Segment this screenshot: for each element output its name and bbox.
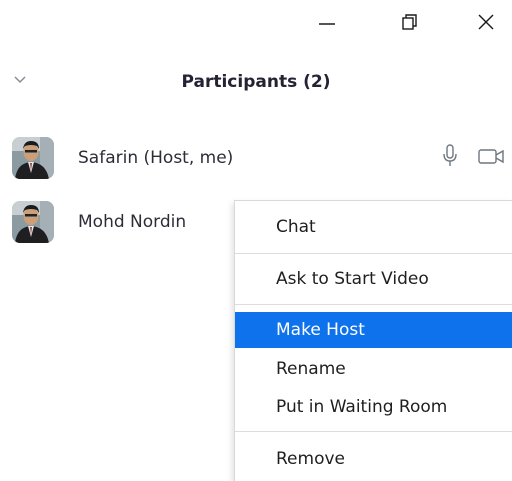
menu-item-chat[interactable]: Chat — [235, 209, 512, 245]
participants-window: Participants (2) Safarin (Host, me) Mohd… — [0, 0, 512, 481]
minimize-button[interactable] — [304, 0, 350, 44]
user-photo-icon — [12, 137, 54, 179]
participant-context-menu: Chat Ask to Start Video Make Host Rename… — [234, 200, 512, 481]
menu-item-make-host[interactable]: Make Host — [235, 312, 512, 348]
user-photo-icon — [12, 201, 54, 243]
participant-name: Safarin (Host, me) — [78, 148, 234, 168]
menu-separator — [235, 431, 512, 432]
menu-separator — [235, 253, 512, 254]
restore-icon — [402, 14, 417, 30]
panel-title: Participants (2) — [181, 72, 331, 92]
menu-separator — [235, 304, 512, 305]
menu-item-put-in-waiting-room[interactable]: Put in Waiting Room — [235, 389, 512, 425]
microphone-icon[interactable] — [442, 144, 458, 172]
close-button[interactable] — [463, 0, 509, 44]
video-camera-icon[interactable] — [478, 148, 506, 170]
avatar — [12, 137, 54, 179]
participant-row[interactable]: Safarin (Host, me) — [0, 128, 512, 188]
participant-name: Mohd Nordin — [78, 212, 187, 232]
menu-item-rename[interactable]: Rename — [235, 351, 512, 387]
menu-item-remove[interactable]: Remove — [235, 441, 512, 477]
minimize-icon — [319, 23, 335, 25]
restore-button[interactable] — [387, 0, 433, 44]
close-icon — [478, 14, 494, 30]
avatar — [12, 201, 54, 243]
menu-item-ask-to-start-video[interactable]: Ask to Start Video — [235, 261, 512, 297]
